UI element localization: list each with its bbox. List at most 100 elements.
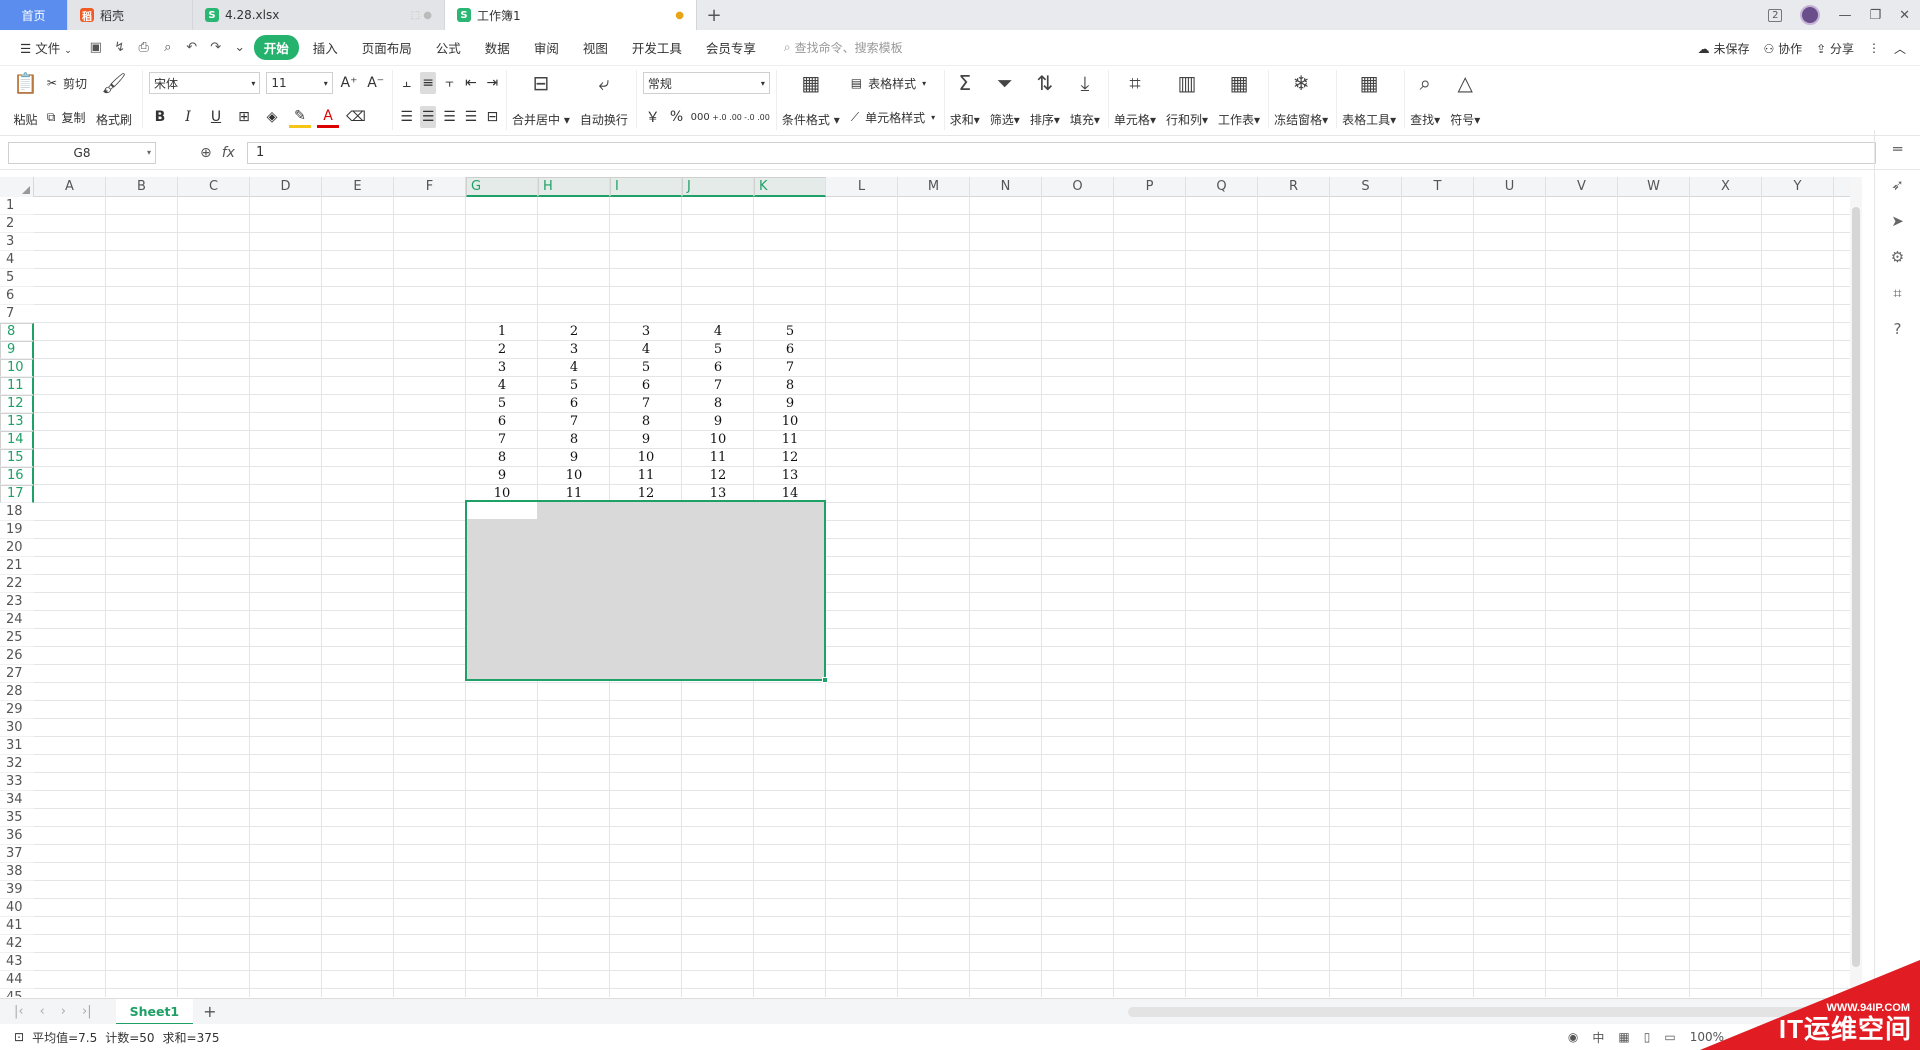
align-center-icon[interactable]: ☰ [420,106,436,128]
collab-button[interactable]: ⚇ 协作 [1763,40,1802,57]
redo-icon[interactable]: ↷ [206,38,226,58]
align-right-icon[interactable]: ☰ [442,106,457,128]
row-header[interactable]: 39 [0,881,34,899]
align-middle-icon[interactable]: ≡ [420,72,436,94]
percent-icon[interactable]: % [667,106,687,128]
increase-indent-icon[interactable]: ⇥ [485,72,500,94]
worksheet-button[interactable]: ▦ 工作表▾ [1213,70,1270,128]
row-header[interactable]: 32 [0,755,34,773]
table-cell[interactable]: 5 [610,359,682,377]
table-cell[interactable]: 9 [610,431,682,449]
add-sheet-button[interactable]: + [203,1002,216,1021]
row-header[interactable]: 33 [0,773,34,791]
copy-button[interactable]: ⧉ 复制 [47,104,87,130]
increase-font-icon[interactable]: A⁺ [339,72,360,94]
close-icon[interactable]: ✕ [1899,8,1910,23]
table-cell[interactable]: 7 [754,359,826,377]
more-icon[interactable]: ⋮ [1868,41,1880,55]
table-cell[interactable]: 13 [754,467,826,485]
minimize-icon[interactable]: — [1838,8,1851,23]
tab-workbook1[interactable]: S 工作簿1 ● [445,0,697,30]
table-cell[interactable]: 7 [538,413,610,431]
table-cell[interactable]: 10 [754,413,826,431]
table-cell[interactable]: 10 [610,449,682,467]
menu-data[interactable]: 数据 [475,35,520,60]
table-cell[interactable]: 9 [466,467,538,485]
table-cell[interactable]: 7 [610,395,682,413]
table-cell[interactable]: 9 [754,395,826,413]
table-cell[interactable]: 9 [538,449,610,467]
row-header[interactable]: 41 [0,917,34,935]
tab-close-icon[interactable]: ⬚ ● [411,10,432,21]
row-header[interactable]: 3 [0,233,34,251]
sheet-tab[interactable]: Sheet1 [115,998,194,1025]
table-cell[interactable]: 10 [466,485,538,503]
save-icon[interactable]: ▣ [86,38,106,58]
row-header[interactable]: 27 [0,665,34,683]
active-cell[interactable] [467,502,537,519]
row-header[interactable]: 8 [0,323,34,341]
cell-style-button[interactable]: ⟋ 单元格样式 ▾ [851,104,938,130]
table-cell[interactable]: 6 [610,377,682,395]
table-cell[interactable]: 6 [682,359,754,377]
menu-page-layout[interactable]: 页面布局 [352,35,422,60]
collapse-ribbon-icon[interactable]: ︿ [1894,40,1906,57]
column-header[interactable]: M [898,177,970,197]
row-header[interactable]: 29 [0,701,34,719]
cell-grid[interactable] [34,197,1862,997]
eye-icon[interactable]: ◉ [1568,1030,1578,1044]
menu-view[interactable]: 视图 [573,35,618,60]
row-header[interactable]: 40 [0,899,34,917]
table-style-button[interactable]: ▤ 表格样式 ▾ [851,70,938,96]
row-header[interactable]: 6 [0,287,34,305]
number-format-select[interactable]: 常规 ▾ [642,72,770,94]
column-header[interactable]: A [34,177,106,197]
column-header[interactable]: H [538,177,610,197]
font-color-icon[interactable]: A [317,106,339,128]
row-header[interactable]: 5 [0,269,34,287]
italic-icon[interactable]: I [177,106,199,128]
tab-file-428[interactable]: S 4.28.xlsx ⬚ ● [193,0,445,30]
column-header[interactable]: U [1474,177,1546,197]
table-cell[interactable]: 6 [538,395,610,413]
table-cell[interactable]: 8 [754,377,826,395]
last-sheet-icon[interactable]: ›| [82,1004,92,1019]
paste-button[interactable]: 📋 粘贴 [8,70,43,128]
table-cell[interactable]: 14 [754,485,826,503]
border-icon[interactable]: ⊞ [233,106,255,128]
sum-button[interactable]: Σ 求和▾ [945,70,985,128]
eraser-icon[interactable]: ⌫ [345,106,367,128]
column-header[interactable]: K [754,177,826,197]
align-left-icon[interactable]: ☰ [399,106,414,128]
find-button[interactable]: ⌕ 查找▾ [1405,70,1445,128]
table-cell[interactable]: 1 [466,323,538,341]
bold-icon[interactable]: B [149,106,171,128]
selected-range[interactable] [465,500,828,683]
column-header[interactable]: R [1258,177,1330,197]
table-cell[interactable]: 11 [682,449,754,467]
column-header[interactable]: J [682,177,754,197]
align-top-icon[interactable]: ⫠ [399,72,414,94]
row-header[interactable]: 22 [0,575,34,593]
menu-developer[interactable]: 开发工具 [622,35,692,60]
formula-input[interactable]: 1 [246,141,1876,164]
currency-icon[interactable]: ￥ [643,106,663,128]
cut-button[interactable]: ✂ 剪切 [47,70,87,96]
merge-center-button[interactable]: ⊟ 合并居中 ▾ [507,70,575,128]
menu-formula[interactable]: 公式 [426,35,471,60]
select-all-corner[interactable] [0,177,34,197]
row-header[interactable]: 37 [0,845,34,863]
row-header[interactable]: 16 [0,467,34,485]
output-icon[interactable]: ↯ [110,38,130,58]
table-cell[interactable]: 8 [466,449,538,467]
rocket-icon[interactable]: ➶ [1891,176,1904,194]
table-cell[interactable]: 5 [754,323,826,341]
column-header[interactable]: C [178,177,250,197]
share-button[interactable]: ⇪ 分享 [1816,40,1854,57]
table-cell[interactable]: 8 [610,413,682,431]
column-header[interactable]: N [970,177,1042,197]
row-header[interactable]: 2 [0,215,34,233]
highlight-icon[interactable]: ✎ [289,106,311,128]
table-cell[interactable]: 8 [538,431,610,449]
row-header[interactable]: 10 [0,359,34,377]
